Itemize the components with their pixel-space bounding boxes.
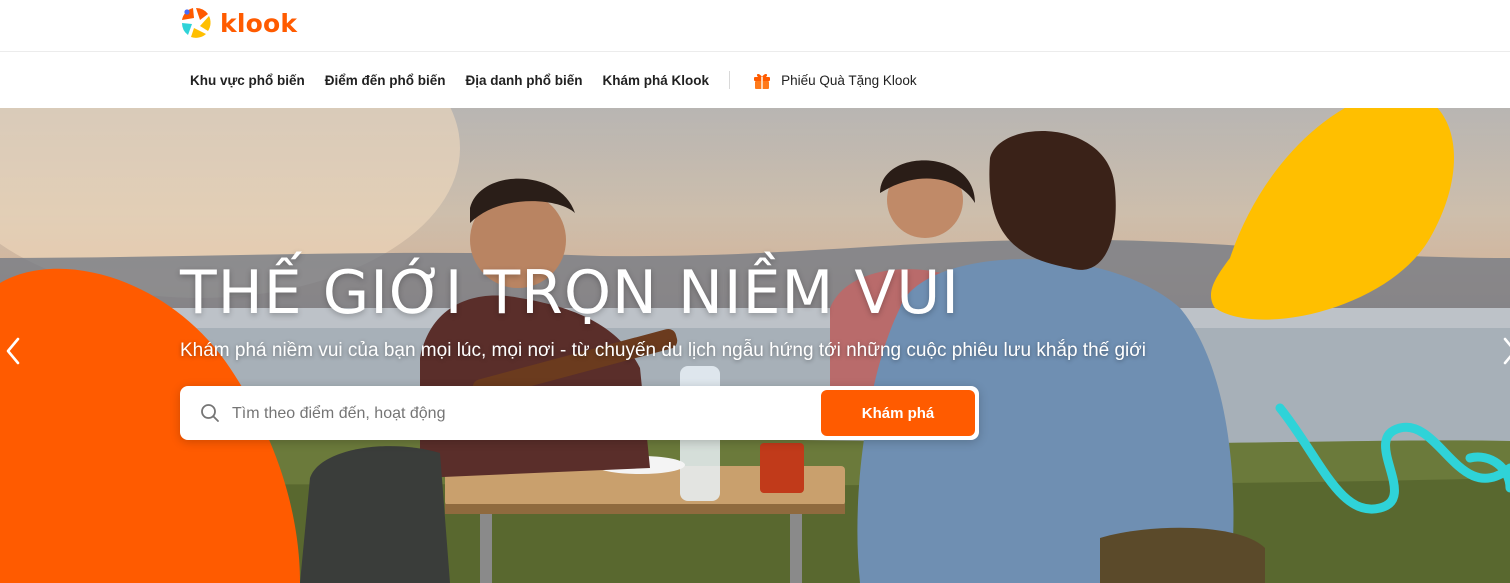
hero-banner: THẾ GIỚI TRỌN NIỀM VUI Khám phá niềm vui…: [0, 108, 1510, 583]
main-nav: Khu vực phổ biến Điểm đến phổ biến Địa d…: [0, 52, 1510, 108]
carousel-prev-button[interactable]: [0, 334, 26, 368]
gift-voucher-label: Phiếu Quà Tặng Klook: [781, 72, 917, 88]
chevron-left-icon: [6, 337, 20, 365]
nav-divider: [729, 71, 731, 89]
brand-name: klook: [220, 8, 298, 38]
hero-title: THẾ GIỚI TRỌN NIỀM VUI: [180, 258, 960, 328]
chevron-right-icon: [1503, 337, 1510, 365]
klook-logo[interactable]: klook: [178, 5, 297, 41]
nav-item-popular-regions[interactable]: Khu vực phổ biến: [190, 73, 305, 88]
nav-item-explore-klook[interactable]: Khám phá Klook: [603, 73, 710, 88]
gift-voucher-link[interactable]: Phiếu Quà Tặng Klook: [752, 70, 917, 90]
hero-subtitle: Khám phá niềm vui của bạn mọi lúc, mọi n…: [180, 340, 1146, 361]
search-icon: [201, 404, 219, 422]
top-header: klook: [0, 0, 1510, 52]
hero-search-box: Khám phá: [180, 386, 979, 440]
carousel-next-button[interactable]: [1496, 334, 1510, 368]
klook-logo-icon: [182, 8, 211, 38]
explore-button[interactable]: Khám phá: [821, 390, 975, 436]
nav-item-popular-destinations[interactable]: Điểm đến phổ biến: [325, 73, 446, 88]
gift-icon: [754, 73, 771, 89]
search-input[interactable]: [230, 398, 814, 430]
nav-item-popular-landmarks[interactable]: Địa danh phổ biến: [466, 73, 583, 88]
